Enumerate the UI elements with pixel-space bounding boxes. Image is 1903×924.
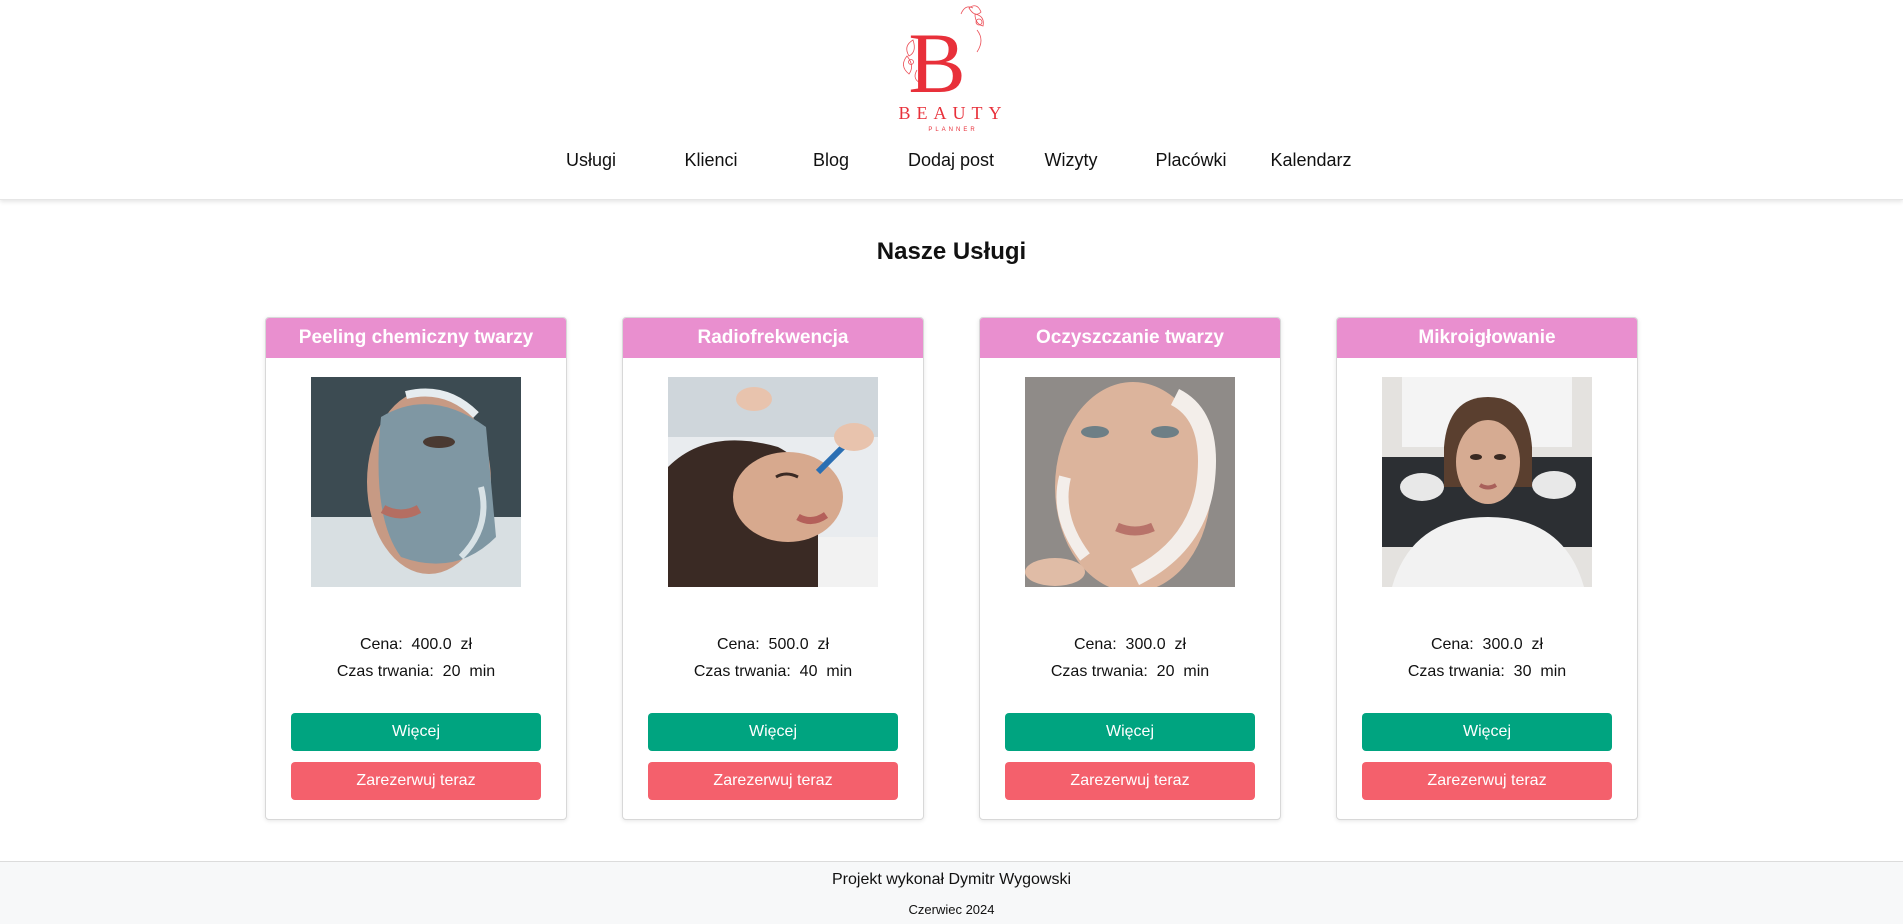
footer-author: Projekt wykonał Dymitr Wygowski bbox=[831, 871, 1071, 888]
more-button[interactable]: Więcej bbox=[1005, 713, 1255, 751]
duration-label: Czas trwania: bbox=[1407, 663, 1505, 680]
service-name: Radiofrekwencja bbox=[623, 318, 923, 358]
price-currency: zł bbox=[460, 636, 473, 653]
service-name: Peeling chemiczny twarzy bbox=[266, 318, 566, 358]
site-footer: Projekt wykonał Dymitr Wygowski Czerwiec… bbox=[0, 861, 1903, 924]
logo-letter: B bbox=[908, 15, 965, 111]
book-now-button[interactable]: Zarezerwuj teraz bbox=[1362, 762, 1612, 800]
price-value: 400.0 bbox=[411, 636, 452, 653]
price-value: 300.0 bbox=[1125, 636, 1166, 653]
nav-item-blog[interactable]: Blog bbox=[771, 150, 891, 171]
beauty-planner-logo[interactable]: B BEAUTY PLANNER bbox=[891, 0, 1011, 138]
more-button[interactable]: Więcej bbox=[1362, 713, 1612, 751]
duration-unit: min bbox=[469, 663, 496, 680]
service-name: Oczyszczanie twarzy bbox=[980, 318, 1280, 358]
duration-value: 40 bbox=[799, 663, 818, 680]
site-header: B BEAUTY PLANNER Usługi Klienci Blog Dod… bbox=[0, 0, 1903, 200]
duration-unit: min bbox=[1540, 663, 1567, 680]
price-label: Cena: bbox=[1430, 636, 1474, 653]
more-button[interactable]: Więcej bbox=[291, 713, 541, 751]
logo-name: BEAUTY bbox=[899, 103, 1008, 123]
logo-tagline: PLANNER bbox=[928, 127, 977, 133]
price-line: Cena: 300.0 zł bbox=[1337, 636, 1637, 654]
face-cream-photo bbox=[1025, 377, 1235, 587]
service-name: Mikroigłowanie bbox=[1337, 318, 1637, 358]
duration-unit: min bbox=[1183, 663, 1210, 680]
duration-value: 20 bbox=[442, 663, 461, 680]
duration-line: Czas trwania: 20 min bbox=[980, 663, 1280, 681]
nav-item-kalendarz[interactable]: Kalendarz bbox=[1251, 150, 1371, 171]
price-line: Cena: 400.0 zł bbox=[266, 636, 566, 654]
nav-item-uslugi[interactable]: Usługi bbox=[531, 150, 651, 171]
price-label: Cena: bbox=[716, 636, 760, 653]
microneedling-photo bbox=[1382, 377, 1592, 587]
face-mask-photo bbox=[311, 377, 521, 587]
price-line: Cena: 300.0 zł bbox=[980, 636, 1280, 654]
duration-value: 20 bbox=[1156, 663, 1175, 680]
page-title: Nasze Usługi bbox=[876, 238, 1027, 265]
service-card: Mikroigłowanie Cena: 300.0 zł Czas trwan… bbox=[1336, 317, 1638, 820]
nav-item-dodaj-post[interactable]: Dodaj post bbox=[891, 150, 1011, 171]
price-currency: zł bbox=[817, 636, 830, 653]
service-card: Radiofrekwencja Cena: 500.0 zł Czas trwa… bbox=[622, 317, 924, 820]
duration-line: Czas trwania: 30 min bbox=[1337, 663, 1637, 681]
book-now-button[interactable]: Zarezerwuj teraz bbox=[648, 762, 898, 800]
duration-label: Czas trwania: bbox=[693, 663, 791, 680]
service-card: Peeling chemiczny twarzy Cena: 400.0 zł … bbox=[265, 317, 567, 820]
duration-line: Czas trwania: 20 min bbox=[266, 663, 566, 681]
nav-item-klienci[interactable]: Klienci bbox=[651, 150, 771, 171]
lip-treatment-photo bbox=[668, 377, 878, 587]
book-now-button[interactable]: Zarezerwuj teraz bbox=[1005, 762, 1255, 800]
footer-date: Czerwiec 2024 bbox=[908, 902, 995, 917]
price-line: Cena: 500.0 zł bbox=[623, 636, 923, 654]
price-value: 300.0 bbox=[1482, 636, 1523, 653]
more-button[interactable]: Więcej bbox=[648, 713, 898, 751]
duration-unit: min bbox=[826, 663, 853, 680]
duration-label: Czas trwania: bbox=[336, 663, 434, 680]
duration-line: Czas trwania: 40 min bbox=[623, 663, 923, 681]
nav-item-wizyty[interactable]: Wizyty bbox=[1011, 150, 1131, 171]
duration-value: 30 bbox=[1513, 663, 1532, 680]
price-currency: zł bbox=[1531, 636, 1544, 653]
price-label: Cena: bbox=[359, 636, 403, 653]
price-currency: zł bbox=[1174, 636, 1187, 653]
duration-label: Czas trwania: bbox=[1050, 663, 1148, 680]
nav-item-placowki[interactable]: Placówki bbox=[1131, 150, 1251, 171]
price-label: Cena: bbox=[1073, 636, 1117, 653]
service-card: Oczyszczanie twarzy Cena: 300.0 zł Czas … bbox=[979, 317, 1281, 820]
main-navigation: Usługi Klienci Blog Dodaj post Wizyty Pl… bbox=[0, 150, 1903, 180]
price-value: 500.0 bbox=[768, 636, 809, 653]
book-now-button[interactable]: Zarezerwuj teraz bbox=[291, 762, 541, 800]
